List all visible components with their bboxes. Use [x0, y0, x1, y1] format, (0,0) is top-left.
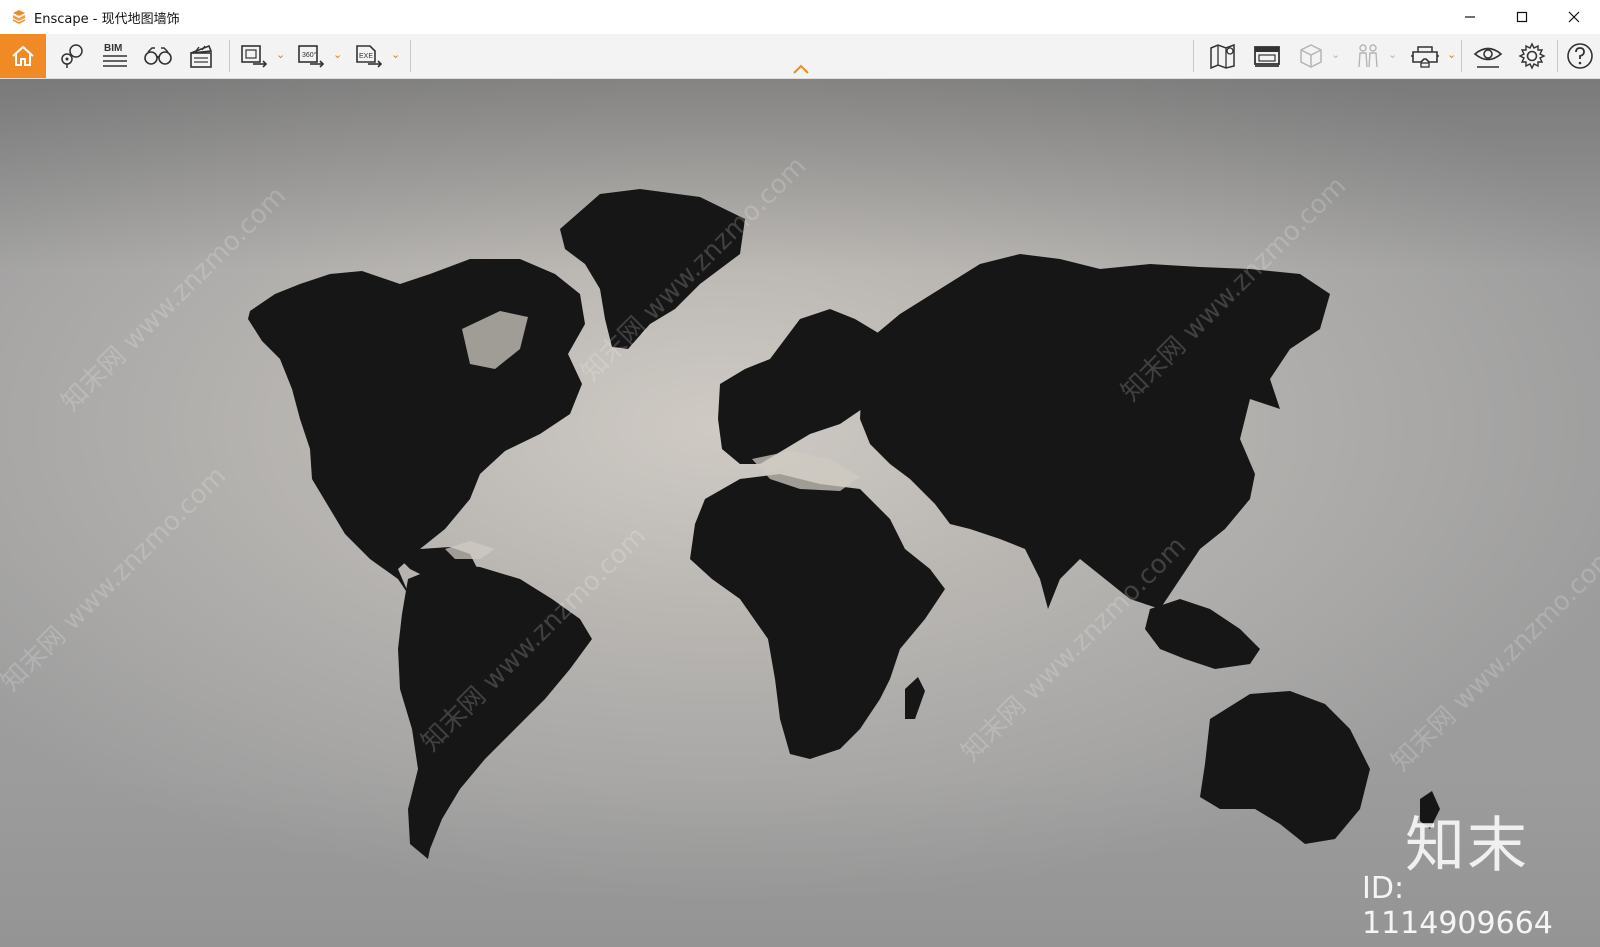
- north-america: [248, 259, 585, 597]
- monitor-button[interactable]: [1247, 34, 1287, 78]
- export-exe-icon: EXE: [356, 45, 383, 68]
- home-icon: [12, 45, 34, 66]
- toolbar-separator: [1193, 40, 1194, 72]
- gear-icon: [1518, 42, 1546, 70]
- vr-headset-button[interactable]: [1405, 34, 1445, 78]
- close-icon: [1568, 11, 1580, 23]
- window-title: Enscape - 现代地图墙饰: [34, 8, 180, 27]
- help-button[interactable]: [1562, 34, 1598, 78]
- app-name: Enscape: [34, 11, 89, 27]
- australia: [1200, 691, 1370, 844]
- monitor-icon: [1254, 46, 1280, 67]
- exe-export-dropdown[interactable]: ⌄: [391, 48, 400, 61]
- minimize-button[interactable]: [1444, 0, 1496, 34]
- toolbar-separator: [1461, 40, 1462, 72]
- panorama-export-button[interactable]: 360°: [293, 34, 331, 78]
- madagascar: [905, 677, 925, 719]
- europe: [718, 309, 880, 464]
- map-button[interactable]: [1203, 34, 1243, 78]
- vr-headset-icon: [1411, 46, 1439, 68]
- asset-library-button[interactable]: [1293, 34, 1329, 78]
- collapse-toolbar-button[interactable]: [792, 62, 810, 74]
- close-button[interactable]: [1548, 0, 1600, 34]
- settings-button[interactable]: [1512, 34, 1552, 78]
- maximize-icon: [1516, 11, 1528, 23]
- binoculars-icon: [144, 47, 172, 65]
- title-separator: -: [92, 11, 98, 27]
- export-panorama-icon: 360°: [298, 45, 325, 68]
- help-icon: [1567, 43, 1593, 69]
- eye-icon: [1473, 47, 1503, 68]
- vr-headset-dropdown[interactable]: ⌄: [1447, 48, 1456, 61]
- asia: [860, 254, 1330, 609]
- svg-text:EXE: EXE: [359, 53, 373, 60]
- svg-text:360°: 360°: [302, 51, 317, 59]
- visual-settings-button[interactable]: [1468, 34, 1508, 78]
- toolbar-separator: [410, 40, 411, 72]
- svg-text:BIM: BIM: [104, 43, 122, 54]
- main-toolbar: BIM ⌄ 360° ⌄ EXE ⌄ ⌄ ⌄ ⌄: [0, 34, 1600, 79]
- people-icon: [1358, 44, 1378, 68]
- views-location-icon: [61, 44, 83, 68]
- people-dropdown[interactable]: ⌄: [1388, 48, 1397, 61]
- minimize-icon: [1465, 16, 1475, 18]
- chevron-up-icon: [793, 64, 809, 74]
- people-button[interactable]: [1350, 34, 1386, 78]
- render-viewport[interactable]: 知末网 www.znzmo.com 知末网 www.znzmo.com 知末网 …: [0, 79, 1600, 947]
- bim-button[interactable]: BIM: [95, 34, 135, 78]
- id-label: ID: 1114909664: [1362, 871, 1553, 941]
- render-export-button[interactable]: [236, 34, 274, 78]
- enscape-window: Enscape - 现代地图墙饰 BIM ⌄ 360° ⌄ EXE ⌄ ⌄ ⌄ …: [0, 0, 1600, 947]
- asset-library-dropdown[interactable]: ⌄: [1331, 48, 1340, 61]
- window-controls: [1444, 0, 1600, 34]
- southeast-asia-islands: [1145, 599, 1260, 669]
- map-icon: [1210, 43, 1235, 70]
- world-map-silhouette: [248, 189, 1440, 859]
- title-bar: Enscape - 现代地图墙饰: [0, 0, 1600, 34]
- cube-icon: [1300, 44, 1322, 68]
- export-render-icon: [241, 45, 268, 68]
- render-export-dropdown[interactable]: ⌄: [276, 48, 285, 61]
- caribbean-sea: [445, 541, 495, 559]
- maximize-button[interactable]: [1496, 0, 1548, 34]
- bim-icon: BIM: [103, 43, 127, 67]
- panorama-export-dropdown[interactable]: ⌄: [333, 48, 342, 61]
- views-button[interactable]: [52, 34, 92, 78]
- enscape-logo-icon: [10, 8, 28, 26]
- clapperboard-icon: [190, 44, 213, 68]
- home-button[interactable]: [0, 34, 46, 78]
- toolbar-separator: [229, 40, 230, 72]
- document-name: 现代地图墙饰: [101, 11, 180, 27]
- exe-export-button[interactable]: EXE: [351, 34, 389, 78]
- video-editor-button[interactable]: [181, 34, 221, 78]
- binoculars-button[interactable]: [138, 34, 178, 78]
- toolbar-separator: [1557, 40, 1558, 72]
